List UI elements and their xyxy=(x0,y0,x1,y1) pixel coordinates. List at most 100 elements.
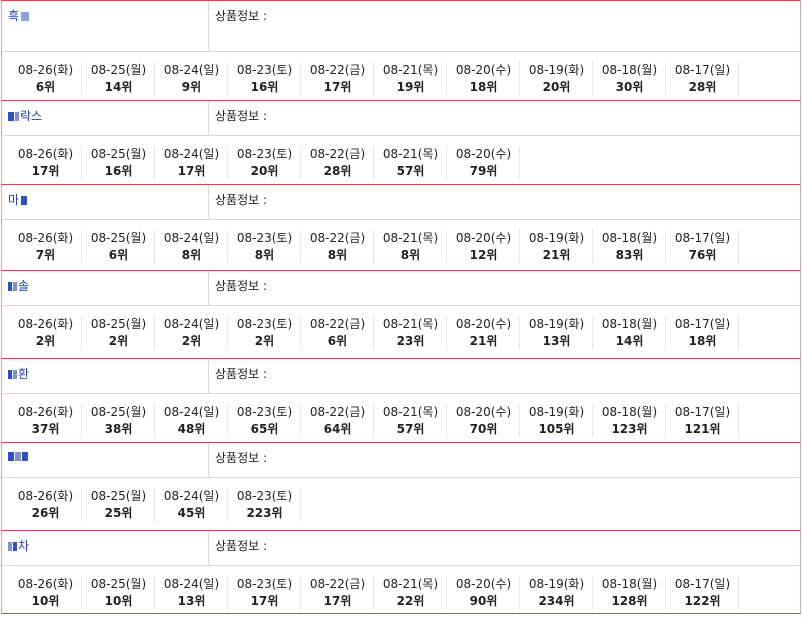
product-info-label: 상품정보 : xyxy=(215,193,268,207)
rank-date: 08-23(토) xyxy=(236,63,293,77)
rank-cell: 08-20(수) 90위 xyxy=(448,576,520,610)
rank-value: 79위 xyxy=(469,164,498,178)
rank-date: 08-26(화) xyxy=(17,317,74,331)
rank-date: 08-22(금) xyxy=(309,147,366,161)
rank-value: 8위 xyxy=(400,248,421,262)
rank-date: 08-17(일) xyxy=(674,577,731,591)
rank-cell: 08-17(일) 18위 xyxy=(667,316,739,350)
rank-value: 2위 xyxy=(181,334,202,348)
rank-cell: 08-17(일) 76위 xyxy=(667,230,739,264)
rank-cell: 08-26(화) 37위 xyxy=(10,404,82,438)
redacted-mark xyxy=(13,370,17,379)
rank-cell: 08-19(화) 21위 xyxy=(521,230,593,264)
rank-date: 08-26(화) xyxy=(17,147,74,161)
rank-value: 8위 xyxy=(327,248,348,262)
rank-value: 16위 xyxy=(250,80,279,94)
product-name-link[interactable]: 흑 xyxy=(2,1,209,51)
rank-cell: 08-24(일) 45위 xyxy=(156,488,228,522)
product-info-label: 상품정보 : xyxy=(215,539,268,553)
rank-date: 08-18(월) xyxy=(601,231,658,245)
rank-date: 08-19(화) xyxy=(528,577,585,591)
rank-cell: 08-26(화) 26위 xyxy=(10,488,82,522)
rank-value: 16위 xyxy=(104,164,133,178)
product-info-label: 상품정보 : xyxy=(215,367,268,381)
product-header: 마 상품정보 : xyxy=(2,185,800,220)
rank-value: 121위 xyxy=(684,422,721,436)
rank-value: 234위 xyxy=(538,594,575,608)
rank-value: 9위 xyxy=(181,80,202,94)
rank-cell: 08-25(월) 2위 xyxy=(83,316,155,350)
rank-value: 8위 xyxy=(254,248,275,262)
product-name-text: 솔 xyxy=(18,279,30,293)
rank-date: 08-20(수) xyxy=(455,577,512,591)
rank-value: 6위 xyxy=(327,334,348,348)
rank-cell: 08-24(일) 48위 xyxy=(156,404,228,438)
rank-cell: 08-26(화) 2위 xyxy=(10,316,82,350)
product-name-link[interactable] xyxy=(2,443,209,477)
rank-value: 83위 xyxy=(615,248,644,262)
rank-date: 08-25(월) xyxy=(90,147,147,161)
product-name-link[interactable]: 차 xyxy=(2,531,209,565)
rank-date: 08-21(목) xyxy=(382,147,439,161)
product-name-link[interactable]: 락스 xyxy=(2,101,209,135)
product-name-link[interactable]: 솔 xyxy=(2,271,209,305)
product-header: 흑 상품정보 : xyxy=(2,1,800,52)
rank-cell: 08-23(토) 17위 xyxy=(229,576,301,610)
rank-date: 08-25(월) xyxy=(90,405,147,419)
rank-cell: 08-20(수) 18위 xyxy=(448,62,520,96)
rank-value: 105위 xyxy=(538,422,575,436)
rank-value: 14위 xyxy=(104,80,133,94)
rank-date: 08-24(일) xyxy=(163,63,220,77)
product-name-link[interactable]: 마 xyxy=(2,185,209,219)
rank-date: 08-25(월) xyxy=(90,63,147,77)
rank-date: 08-18(월) xyxy=(601,577,658,591)
rank-value: 122위 xyxy=(684,594,721,608)
rank-date: 08-21(목) xyxy=(382,405,439,419)
rank-value: 17위 xyxy=(250,594,279,608)
product-block: 차 상품정보 : 08-26(화) 10위 08-25(월) 10위 08-24(일) 13위… xyxy=(1,530,801,614)
rank-date: 08-17(일) xyxy=(674,317,731,331)
product-name-link[interactable]: 환 xyxy=(2,359,209,393)
product-header: 락스 상품정보 : xyxy=(2,101,800,136)
rank-date: 08-18(월) xyxy=(601,317,658,331)
rank-cell: 08-20(수) 12위 xyxy=(448,230,520,264)
rank-value: 28위 xyxy=(688,80,717,94)
rank-value: 7위 xyxy=(35,248,56,262)
rank-cell: 08-17(일) 28위 xyxy=(667,62,739,96)
product-name-text: 마 xyxy=(8,193,20,207)
rank-date: 08-25(월) xyxy=(90,577,147,591)
rank-date: 08-24(일) xyxy=(163,405,220,419)
rank-cell: 08-21(목) 19위 xyxy=(375,62,447,96)
rank-date: 08-26(화) xyxy=(17,405,74,419)
rank-date: 08-17(일) xyxy=(674,405,731,419)
product-header: 차 상품정보 : xyxy=(2,531,800,566)
redacted-mark xyxy=(8,542,12,551)
rank-value: 25위 xyxy=(104,506,133,520)
rank-date: 08-24(일) xyxy=(163,231,220,245)
rank-cell: 08-18(월) 30위 xyxy=(594,62,666,96)
rank-value: 38위 xyxy=(104,422,133,436)
rank-value: 48위 xyxy=(177,422,206,436)
rank-cell: 08-19(화) 20위 xyxy=(521,62,593,96)
product-block: 락스 상품정보 : 08-26(화) 17위 08-25(월) 16위 08-24(일) 17… xyxy=(1,100,801,184)
rank-date: 08-21(목) xyxy=(382,63,439,77)
redacted-mark xyxy=(21,196,28,205)
product-block: 상품정보 :08-26(화) 26위 08-25(월) 25위 08-24(일) 45위 0… xyxy=(1,442,801,530)
rank-date: 08-22(금) xyxy=(309,577,366,591)
rank-cell: 08-22(금) 17위 xyxy=(302,576,374,610)
rank-cell: 08-25(월) 16위 xyxy=(83,146,155,180)
rank-date: 08-20(수) xyxy=(455,405,512,419)
rank-value: 26위 xyxy=(31,506,60,520)
rank-cell: 08-23(토) 65위 xyxy=(229,404,301,438)
rank-cell: 08-24(일) 9위 xyxy=(156,62,228,96)
rank-date: 08-25(월) xyxy=(90,489,147,503)
rank-value: 20위 xyxy=(542,80,571,94)
rank-cell: 08-24(일) 17위 xyxy=(156,146,228,180)
rank-cell: 08-18(월) 128위 xyxy=(594,576,666,610)
rank-value: 57위 xyxy=(396,422,425,436)
rank-date: 08-20(수) xyxy=(455,317,512,331)
product-block: 환 상품정보 : 08-26(화) 37위 08-25(월) 38위 08-24(일) 48위… xyxy=(1,358,801,442)
product-info-label: 상품정보 : xyxy=(215,279,268,293)
rank-cell: 08-19(화) 13위 xyxy=(521,316,593,350)
rank-date: 08-24(일) xyxy=(163,147,220,161)
